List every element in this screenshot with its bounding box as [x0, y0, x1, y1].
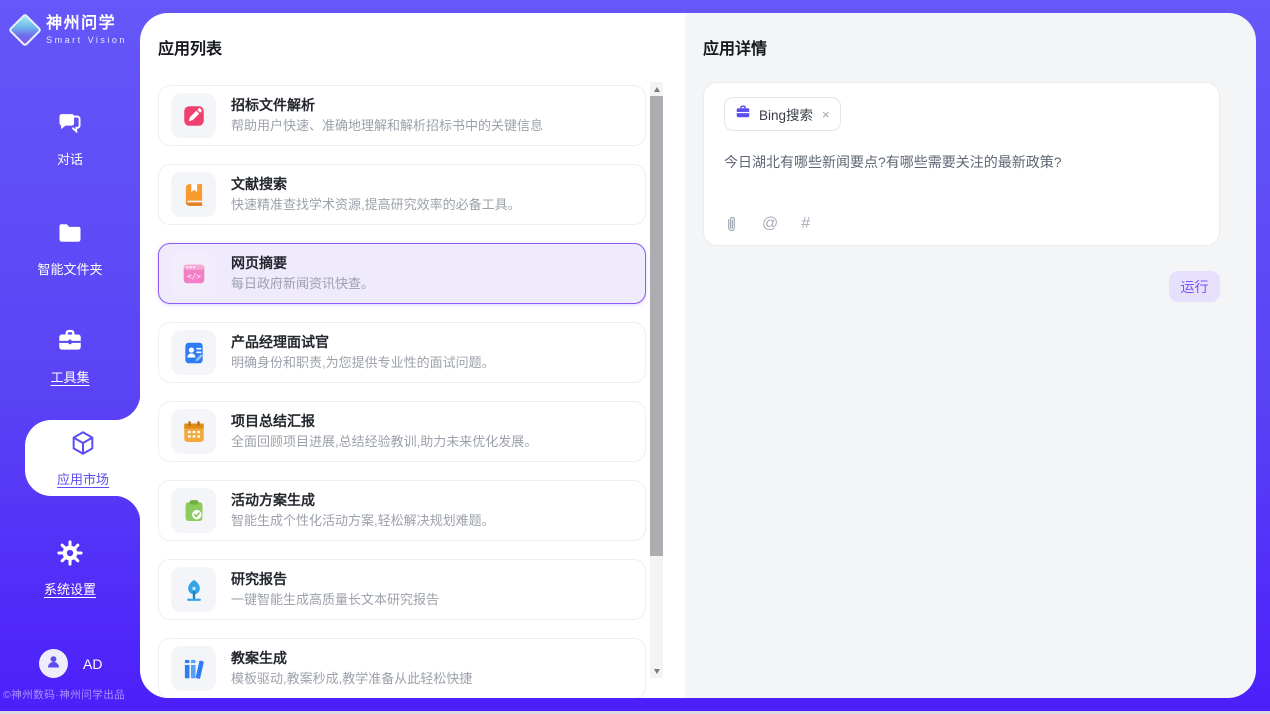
copyright-footer: ©神州数码·神州问学出品: [3, 687, 125, 702]
sidebar-item-chat[interactable]: 对话: [0, 109, 140, 168]
app-card[interactable]: 文献搜索快速精准查找学术资源,提高研究效率的必备工具。: [158, 164, 646, 225]
app-detail-panel: 应用详情 Bing搜索 × 今日湖北有哪些新闻要点?有哪些需要关注的最新政策? …: [685, 13, 1256, 698]
hash-icon[interactable]: #: [801, 216, 810, 232]
brand-name: 神州问学: [46, 15, 127, 33]
app-description: 明确身份和职责,为您提供专业性的面试问题。: [231, 355, 495, 371]
app-card[interactable]: </> 网页摘要每日政府新闻资讯快查。: [158, 243, 646, 304]
folder-icon: [56, 219, 84, 252]
app-name: 活动方案生成: [231, 492, 495, 509]
calendar-icon: [171, 409, 216, 454]
arrow-up-icon: [654, 87, 660, 92]
sidebar: 神州问学 Smart Vision 对话 智能文件夹 工具集 应用市场 系统设置: [0, 0, 140, 711]
app-card[interactable]: 招标文件解析帮助用户快速、准确地理解和解析招标书中的关键信息: [158, 85, 646, 146]
app-description: 模板驱动,教案秒成,教学准备从此轻松快捷: [231, 671, 472, 687]
svg-text:</>: </>: [187, 271, 201, 280]
sidebar-item-label: 应用市场: [57, 469, 109, 488]
query-input[interactable]: 今日湖北有哪些新闻要点?有哪些需要关注的最新政策?: [724, 152, 1199, 172]
prompt-card: Bing搜索 × 今日湖北有哪些新闻要点?有哪些需要关注的最新政策? @ #: [703, 82, 1220, 246]
sidebar-item-smart-folder[interactable]: 智能文件夹: [0, 219, 140, 278]
app-name: 教案生成: [231, 650, 472, 667]
app-card[interactable]: 活动方案生成智能生成个性化活动方案,轻松解决规划难题。: [158, 480, 646, 541]
brand-subtitle: Smart Vision: [46, 35, 127, 45]
brand-diamond-icon: [8, 13, 42, 47]
bid-doc-icon: [171, 93, 216, 138]
app-name: 研究报告: [231, 571, 439, 588]
sidebar-item-label: 智能文件夹: [37, 259, 102, 278]
app-detail-title: 应用详情: [703, 40, 1220, 59]
scrollbar-down-button[interactable]: [650, 664, 663, 678]
scrollbar[interactable]: [650, 82, 663, 678]
webpage-icon: </>: [171, 251, 216, 296]
sidebar-item-label: 工具集: [50, 367, 89, 386]
app-name: 项目总结汇报: [231, 413, 537, 430]
sidebar-item-app-market[interactable]: 应用市场: [13, 429, 153, 488]
app-description: 智能生成个性化活动方案,轻松解决规划难题。: [231, 513, 495, 529]
app-list-panel: 应用列表 招标文件解析帮助用户快速、准确地理解和解析招标书中的关键信息文献搜索快…: [140, 13, 685, 698]
app-list-title: 应用列表: [158, 40, 685, 59]
cube-icon: [69, 429, 97, 462]
app-window: 神州问学 Smart Vision 对话 智能文件夹 工具集 应用市场 系统设置: [0, 0, 1270, 714]
app-description: 快速精准查找学术资源,提高研究效率的必备工具。: [231, 197, 521, 213]
app-card[interactable]: 项目总结汇报全面回顾项目进展,总结经验教训,助力未来优化发展。: [158, 401, 646, 462]
book-icon: [171, 172, 216, 217]
avatar: [39, 649, 68, 678]
clipboard-check-icon: [171, 488, 216, 533]
briefcase-icon: [735, 104, 751, 125]
run-button[interactable]: 运行: [1169, 271, 1220, 302]
interview-icon: [171, 330, 216, 375]
sidebar-item-label: 系统设置: [44, 579, 96, 598]
sidebar-item-toolset[interactable]: 工具集: [0, 327, 140, 386]
scrollbar-up-button[interactable]: [650, 82, 663, 96]
tool-tag-label: Bing搜索: [759, 104, 813, 124]
tool-tag-bing-search[interactable]: Bing搜索 ×: [724, 97, 841, 131]
user-icon: [45, 653, 62, 675]
at-icon[interactable]: @: [762, 216, 778, 232]
app-card[interactable]: 研究报告一键智能生成高质量长文本研究报告: [158, 559, 646, 620]
close-icon[interactable]: ×: [822, 108, 830, 121]
user-initials: AD: [83, 656, 102, 672]
app-description: 全面回顾项目进展,总结经验教训,助力未来优化发展。: [231, 434, 537, 450]
sidebar-item-settings[interactable]: 系统设置: [0, 539, 140, 598]
app-list: 招标文件解析帮助用户快速、准确地理解和解析招标书中的关键信息文献搜索快速精准查找…: [158, 85, 646, 698]
main-content: 应用列表 招标文件解析帮助用户快速、准确地理解和解析招标书中的关键信息文献搜索快…: [140, 13, 1256, 698]
app-name: 网页摘要: [231, 255, 374, 272]
app-card[interactable]: 教案生成模板驱动,教案秒成,教学准备从此轻松快捷: [158, 638, 646, 698]
app-description: 每日政府新闻资讯快查。: [231, 276, 374, 292]
app-name: 招标文件解析: [231, 97, 543, 114]
app-name: 文献搜索: [231, 176, 521, 193]
brand-logo: 神州问学 Smart Vision: [0, 15, 140, 45]
user-account[interactable]: AD: [39, 649, 102, 678]
scrollbar-thumb[interactable]: [650, 96, 663, 556]
gear-icon: [56, 539, 84, 572]
run-row: 运行: [703, 271, 1220, 302]
app-description: 一键智能生成高质量长文本研究报告: [231, 592, 439, 608]
app-description: 帮助用户快速、准确地理解和解析招标书中的关键信息: [231, 118, 543, 134]
paperclip-icon[interactable]: [724, 215, 739, 233]
toolbox-icon: [56, 327, 84, 360]
app-card[interactable]: 产品经理面试官明确身份和职责,为您提供专业性的面试问题。: [158, 322, 646, 383]
sidebar-selected-bubble: 应用市场: [25, 420, 140, 496]
sidebar-item-label: 对话: [57, 149, 83, 168]
chat-icon: [56, 109, 84, 142]
books-icon: [171, 646, 216, 691]
input-toolbar: @ #: [724, 215, 810, 233]
ink-pen-icon: [171, 567, 216, 612]
app-name: 产品经理面试官: [231, 334, 495, 351]
arrow-down-icon: [654, 669, 660, 674]
